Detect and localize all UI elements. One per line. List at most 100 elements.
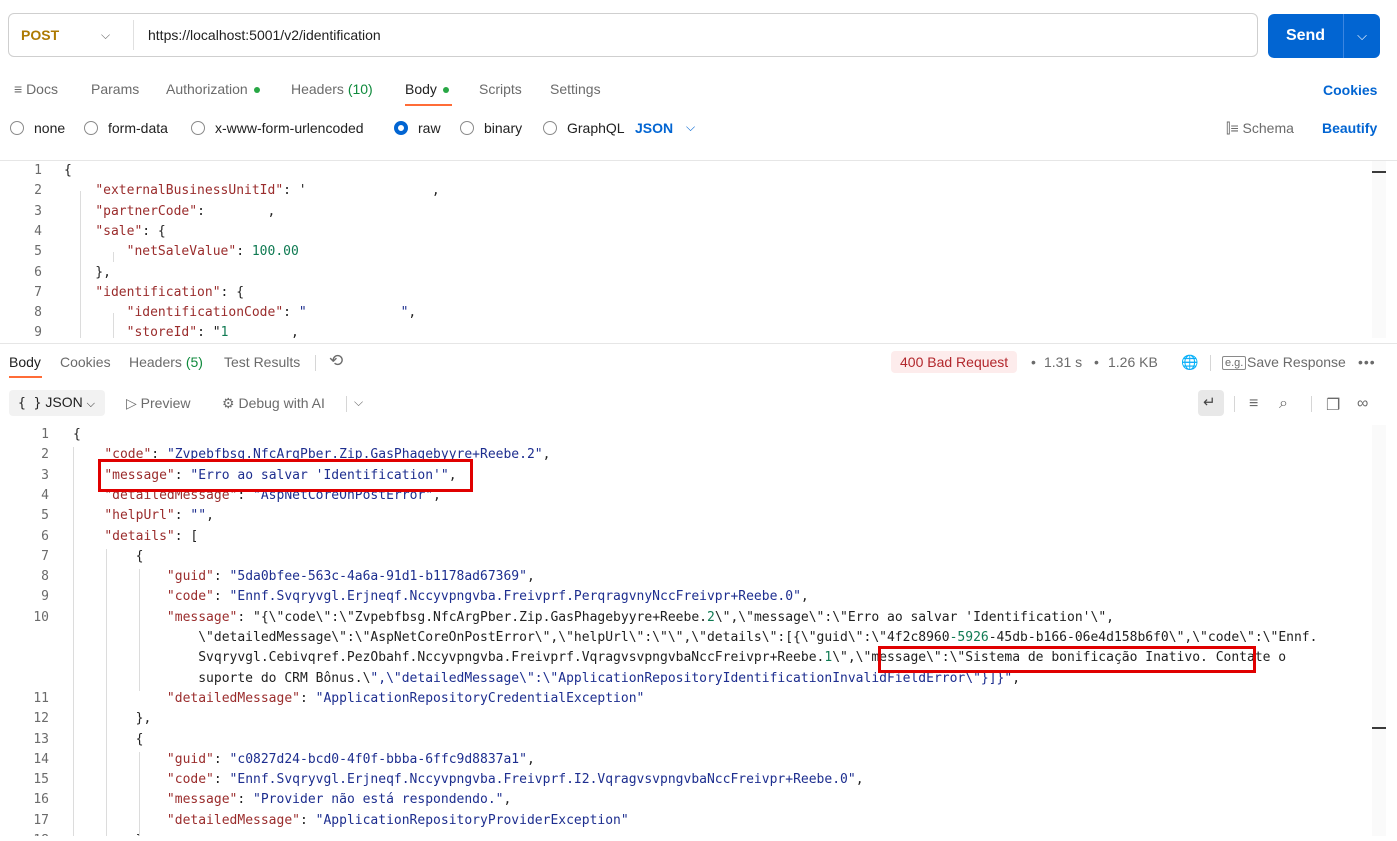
chevron-down-icon[interactable]: ⌵: [686, 120, 695, 135]
request-body-editor[interactable]: 1 {2 "externalBusinessUnitId": ' , 3 "part…: [0, 161, 1397, 338]
search-icon[interactable]: ⌕: [1279, 395, 1288, 413]
chevron-down-icon[interactable]: ⌵: [101, 14, 110, 56]
code-line: },: [64, 264, 111, 280]
status-dot-icon: [253, 87, 260, 94]
schema-label: Schema: [1242, 120, 1294, 136]
tab-scripts[interactable]: Scripts: [479, 79, 522, 101]
globe-warning-icon[interactable]: 🌐: [1181, 354, 1198, 371]
toolbar-divider: [1210, 355, 1211, 371]
wrap-lines-icon: ↵: [1203, 394, 1216, 411]
status-dot-icon: [442, 87, 449, 94]
response-tab-headers[interactable]: Headers (5): [129, 354, 203, 370]
code-line: "detailedMessage": "ApplicationRepositor…: [166, 812, 629, 828]
radio-raw[interactable]: [394, 121, 408, 135]
response-format-select[interactable]: { } JSON ⌵: [9, 390, 105, 416]
history-icon[interactable]: ⟲: [329, 351, 343, 371]
braces-icon: { }: [18, 396, 42, 411]
response-tab-test-results[interactable]: Test Results: [224, 354, 300, 370]
code-line: "helpUrl": "",: [104, 508, 214, 524]
line-number: 5: [34, 244, 42, 260]
tab-headers[interactable]: Headers (10): [291, 79, 373, 101]
response-time[interactable]: 1.31 s: [1044, 354, 1082, 370]
scrollbar-thumb[interactable]: [1372, 171, 1386, 173]
url-input[interactable]: https://localhost:5001/v2/identification: [148, 14, 381, 56]
debug-with-ai-button[interactable]: ⚙ Debug with AI: [222, 395, 325, 412]
radio-none-label[interactable]: none: [34, 120, 65, 136]
cookies-link[interactable]: Cookies: [1323, 82, 1377, 98]
response-tab-headers-label: Headers: [129, 354, 182, 370]
url-divider: [133, 20, 134, 50]
meta-separator-dot: •: [1031, 354, 1036, 370]
radio-urlencoded-label[interactable]: x-www-form-urlencoded: [215, 120, 364, 136]
send-button-group[interactable]: Send ⌵: [1268, 14, 1380, 58]
save-response-button[interactable]: Save Response: [1247, 354, 1346, 370]
response-tab-cookies[interactable]: Cookies: [60, 354, 111, 370]
wrap-lines-button[interactable]: ↵: [1198, 390, 1224, 416]
filter-icon[interactable]: ≡: [1249, 395, 1258, 413]
code-line: "code": "Ennf.Svqryvgl.Erjneqf.Nccyvpngv…: [166, 589, 809, 605]
toolbar-divider: [346, 396, 347, 412]
line-number: 1: [34, 163, 42, 178]
line-number: 9: [34, 325, 42, 338]
status-badge[interactable]: 400 Bad Request: [891, 351, 1018, 373]
indent-guide: [113, 313, 114, 338]
code-line: "identification": {: [95, 284, 245, 300]
line-number: 17: [33, 812, 49, 828]
radio-graphql[interactable]: [543, 121, 557, 135]
preview-button[interactable]: ▷ Preview: [126, 395, 190, 412]
method-select[interactable]: POST: [21, 14, 59, 56]
highlight-box-inner-message: [878, 646, 1256, 673]
code-line: "message": "{\"code\":\"Zvpebfbsg.NfcArg…: [166, 609, 1114, 625]
line-number: 15: [33, 772, 49, 788]
code-line: "detailedMessage": "ApplicationRepositor…: [166, 690, 645, 706]
tab-settings[interactable]: Settings: [550, 79, 601, 101]
response-size[interactable]: 1.26 KB: [1108, 354, 1158, 370]
line-number: 7: [34, 284, 42, 300]
response-scrollbar[interactable]: [1372, 425, 1386, 836]
radio-binary-label[interactable]: binary: [484, 120, 522, 136]
tab-authorization[interactable]: Authorization: [166, 79, 260, 101]
link-icon[interactable]: ∞: [1357, 395, 1368, 413]
indent-guide: [73, 447, 74, 836]
radio-binary[interactable]: [460, 121, 474, 135]
radio-form-data-label[interactable]: form-data: [108, 120, 168, 136]
preview-label: Preview: [140, 395, 191, 411]
tab-docs[interactable]: ≡ Docs: [14, 79, 58, 101]
indent-guide: [139, 752, 140, 836]
debug-label: Debug with AI: [238, 395, 325, 411]
response-tab-body[interactable]: Body: [9, 354, 41, 370]
code-line: "externalBusinessUnitId": ' ,: [95, 183, 440, 199]
toolbar-divider: [1234, 396, 1235, 412]
send-options-chevron-icon[interactable]: ⌵: [1344, 14, 1380, 58]
line-number: 8: [34, 305, 42, 321]
indent-guide: [80, 191, 81, 338]
url-bar[interactable]: POST ⌵ https://localhost:5001/v2/identif…: [8, 13, 1258, 57]
line-number: 1: [41, 427, 49, 442]
schema-button[interactable]: ⫿≡ Schema: [1226, 120, 1294, 137]
radio-raw-label[interactable]: raw: [418, 120, 441, 136]
radio-graphql-label[interactable]: GraphQL: [567, 120, 625, 136]
tab-body[interactable]: Body: [405, 79, 449, 101]
line-number: 16: [33, 792, 49, 808]
body-format-select[interactable]: JSON: [635, 120, 673, 136]
code-line: {: [64, 163, 72, 178]
indent-guide: [139, 569, 140, 691]
pane-divider[interactable]: [0, 343, 1397, 344]
meta-separator-dot: •: [1094, 354, 1099, 370]
radio-urlencoded[interactable]: [191, 121, 205, 135]
more-options-icon[interactable]: •••: [1358, 354, 1376, 370]
request-scrollbar[interactable]: [1372, 161, 1386, 338]
code-line: "details": [: [104, 528, 199, 544]
scrollbar-thumb[interactable]: [1372, 727, 1386, 729]
code-line: "netSaleValue": 100.00: [126, 244, 299, 260]
radio-none[interactable]: [10, 121, 24, 135]
send-button[interactable]: Send: [1268, 14, 1343, 58]
beautify-button[interactable]: Beautify: [1322, 120, 1377, 136]
copy-icon[interactable]: ❐: [1326, 395, 1340, 415]
line-number: 10: [33, 609, 49, 625]
chevron-down-icon: ⌵: [86, 398, 95, 410]
tab-params[interactable]: Params: [91, 79, 139, 101]
tab-body-label: Body: [405, 81, 437, 97]
chevron-down-icon[interactable]: ⌵: [354, 395, 363, 410]
radio-form-data[interactable]: [84, 121, 98, 135]
